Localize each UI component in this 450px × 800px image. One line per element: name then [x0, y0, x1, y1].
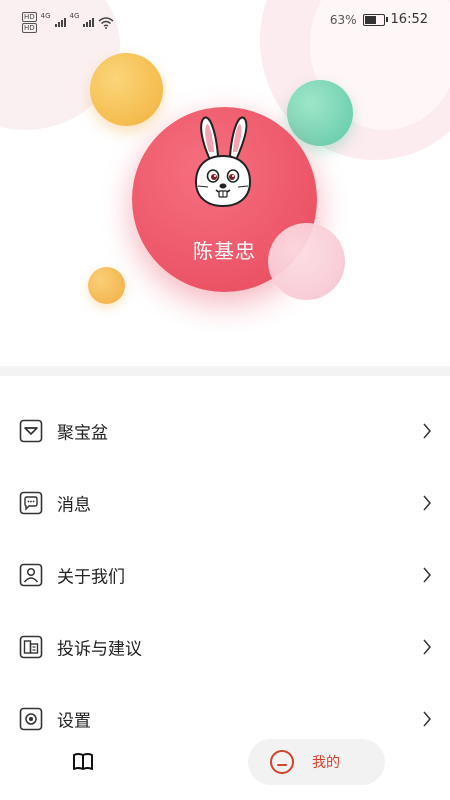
- message-icon: [19, 491, 43, 515]
- battery-icon: [362, 13, 388, 26]
- tab-mine[interactable]: 我的: [248, 739, 385, 785]
- network-type: 4G: [69, 12, 80, 20]
- about-us-icon: [19, 563, 43, 587]
- battery-fill: [364, 15, 376, 24]
- menu-item-message[interactable]: 消息: [0, 467, 450, 539]
- menu-item-label: 聚宝盆: [57, 423, 108, 444]
- chevron-right-icon: [423, 711, 431, 727]
- complaint-icon: [19, 635, 43, 659]
- tab-mine-label: 我的: [312, 755, 340, 771]
- menu-list: 聚宝盆 消息 关于我们 投诉与建议 设置: [0, 395, 450, 755]
- battery-percent: 63%: [329, 12, 357, 27]
- chevron-right-icon: [423, 567, 431, 583]
- menu-item-about-us[interactable]: 关于我们: [0, 539, 450, 611]
- book-icon[interactable]: [72, 751, 94, 773]
- mine-face-icon: [270, 750, 294, 774]
- decorative-ball-small: [88, 267, 125, 304]
- username: 陈基忠: [193, 239, 256, 263]
- menu-item-treasure-bowl[interactable]: 聚宝盆: [0, 395, 450, 467]
- menu-item-label: 设置: [57, 711, 91, 732]
- menu-item-label: 消息: [57, 495, 91, 516]
- bottom-tab-bar: 我的: [0, 735, 450, 800]
- status-bar-right: 63% 16:52: [330, 12, 428, 27]
- signal-icon: [54, 18, 66, 27]
- chevron-right-icon: [423, 495, 431, 511]
- signal-icon: [83, 18, 95, 27]
- status-bar: HD HD 4G 4G 63% 16:52: [0, 0, 450, 40]
- profile-header: HD HD 4G 4G 63% 16:52 陈基忠: [0, 0, 450, 365]
- decorative-ball-orange: [90, 53, 163, 126]
- hd-tag: HD: [22, 23, 37, 33]
- settings-icon: [19, 707, 43, 731]
- rabbit-avatar-icon: [194, 116, 252, 208]
- clock: 16:52: [390, 12, 428, 27]
- menu-item-complaint[interactable]: 投诉与建议: [0, 611, 450, 683]
- wifi-icon: [98, 16, 114, 29]
- treasure-bowl-icon: [19, 419, 43, 443]
- hd-tag: HD: [22, 12, 37, 22]
- network-type: 4G: [40, 12, 51, 20]
- hd-icon: HD HD: [22, 12, 37, 33]
- menu-item-label: 关于我们: [57, 567, 125, 588]
- status-bar-left: HD HD 4G 4G: [22, 12, 114, 33]
- menu-item-label: 投诉与建议: [57, 639, 142, 660]
- section-divider: [0, 366, 450, 376]
- chevron-right-icon: [423, 423, 431, 439]
- chevron-right-icon: [423, 639, 431, 655]
